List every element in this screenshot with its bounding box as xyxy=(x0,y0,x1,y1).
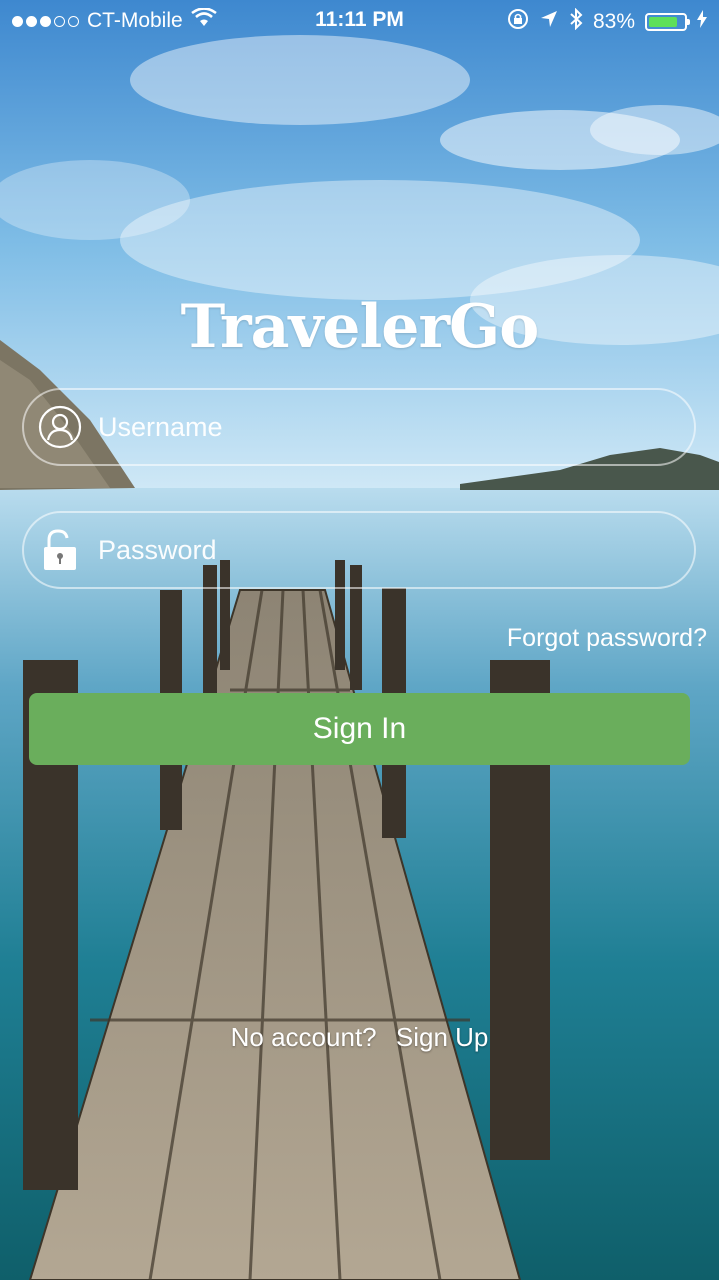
battery-fill xyxy=(649,17,678,27)
location-icon xyxy=(539,9,559,35)
charging-icon xyxy=(697,10,707,34)
username-field[interactable] xyxy=(22,388,696,466)
unlock-icon xyxy=(34,524,86,576)
status-bar: CT-Mobile 11:11 PM 83% xyxy=(0,0,719,40)
password-input[interactable] xyxy=(96,533,660,567)
no-account-label: No account? xyxy=(230,1022,377,1052)
forgot-password-link[interactable]: Forgot password? xyxy=(507,624,707,653)
battery-percent: 83% xyxy=(592,10,635,33)
battery-icon xyxy=(645,13,690,31)
sign-up-link[interactable]: Sign Up xyxy=(396,1022,489,1052)
app-title: TravelerGo xyxy=(180,292,540,362)
sign-in-button[interactable]: Sign In xyxy=(29,693,690,765)
orientation-lock-icon xyxy=(507,8,529,36)
user-icon xyxy=(34,401,86,453)
bluetooth-icon xyxy=(569,7,583,36)
password-field[interactable] xyxy=(22,511,696,589)
signup-row: No account? Sign Up xyxy=(0,1022,719,1053)
username-input[interactable] xyxy=(96,410,660,444)
status-bar-right: 83% xyxy=(507,7,707,36)
